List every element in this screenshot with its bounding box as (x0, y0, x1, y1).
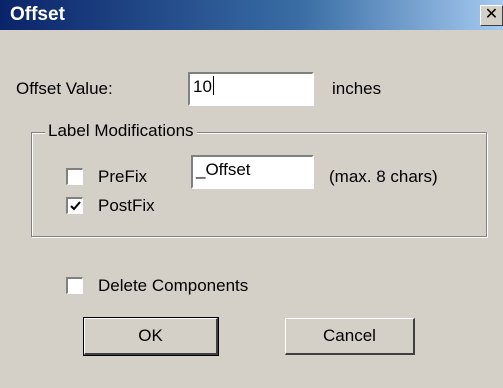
ok-button[interactable]: OK (83, 317, 219, 356)
offset-value-text: 10 (193, 77, 212, 96)
offset-value-input[interactable]: 10 (188, 72, 314, 106)
dialog-title: Offset (10, 4, 65, 25)
offset-unit-label: inches (332, 79, 382, 98)
label-modifications-title: Label Modifications (45, 121, 197, 141)
checkmark-icon (70, 201, 81, 211)
delete-components-label: Delete Components (98, 276, 249, 295)
suffix-text-value: _Offset (196, 160, 251, 179)
offset-value-label: Offset Value: (16, 79, 113, 98)
cancel-button-label: Cancel (323, 326, 376, 345)
cancel-button[interactable]: Cancel (285, 318, 415, 355)
max-chars-hint: (max. 8 chars) (329, 167, 438, 186)
close-icon: ✕ (484, 6, 499, 23)
prefix-checkbox[interactable] (66, 168, 83, 185)
postfix-checkbox[interactable] (66, 197, 83, 214)
ok-button-label: OK (138, 326, 163, 345)
postfix-label: PostFix (98, 196, 155, 215)
delete-components-checkbox[interactable] (66, 277, 83, 294)
close-button[interactable]: ✕ (480, 5, 503, 26)
offset-dialog: Offset ✕ Offset Value: 10 inches Label M… (0, 0, 503, 388)
title-bar[interactable]: Offset ✕ (0, 0, 503, 30)
suffix-text-input[interactable]: _Offset (191, 155, 314, 189)
prefix-label: PreFix (98, 167, 148, 186)
text-caret (212, 76, 214, 95)
